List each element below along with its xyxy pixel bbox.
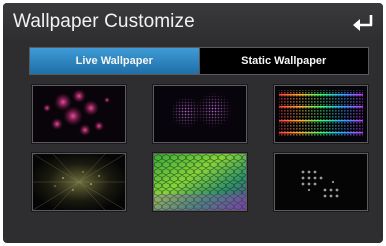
wallpaper-thumb-gray-dots[interactable] — [274, 153, 368, 211]
tab-static-wallpaper[interactable]: Static Wallpaper — [199, 48, 368, 74]
back-arrow-icon — [353, 15, 373, 31]
wallpaper-thumb-light-burst[interactable] — [32, 153, 126, 211]
wallpaper-grid — [32, 85, 368, 211]
back-button[interactable] — [351, 12, 375, 34]
wallpaper-thumb-rainbow-grid[interactable] — [274, 85, 368, 143]
wallpaper-thumb-pink-bokeh[interactable] — [32, 85, 126, 143]
wallpaper-thumb-purple-dots[interactable] — [153, 85, 247, 143]
page-title: Wallpaper Customize — [13, 11, 195, 32]
wallpaper-thumb-green-hexagons[interactable] — [153, 153, 247, 211]
wallpaper-type-tabs: Live Wallpaper Static Wallpaper — [29, 47, 369, 75]
header-bar: Wallpaper Customize — [3, 3, 383, 41]
wallpaper-customize-screen: Wallpaper Customize Live Wallpaper Stati… — [3, 3, 383, 243]
tab-live-wallpaper[interactable]: Live Wallpaper — [30, 48, 200, 74]
